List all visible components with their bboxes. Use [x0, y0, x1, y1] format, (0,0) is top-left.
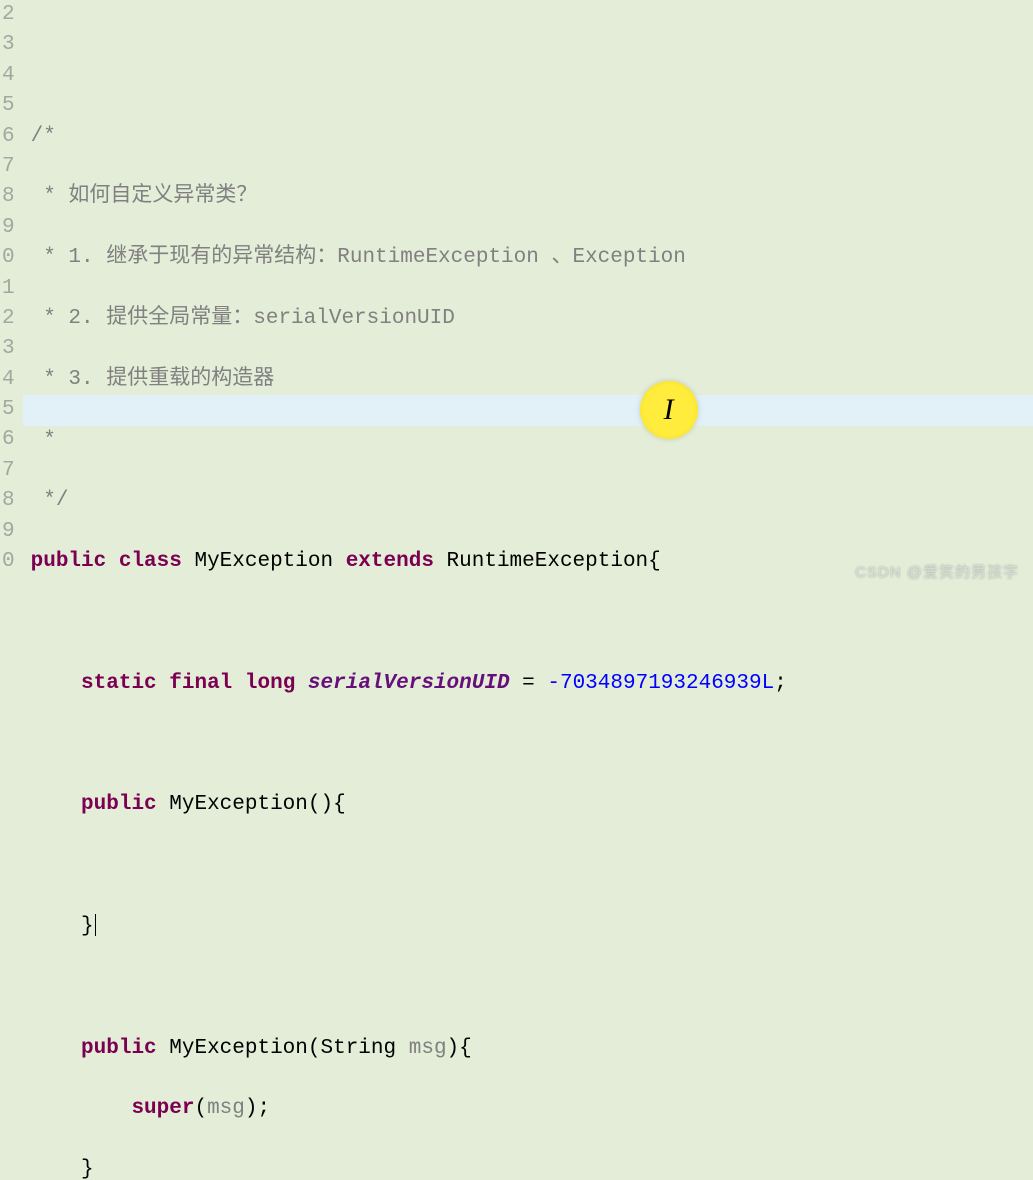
line-number: 5: [2, 91, 15, 121]
comment: * 1. 继承于现有的异常结构：: [31, 246, 338, 269]
number-literal: -7034897193246939L: [547, 672, 774, 695]
brace: {: [459, 1037, 472, 1060]
keyword-public: public: [31, 550, 107, 573]
line-number: 5: [2, 395, 15, 425]
comment: */: [31, 489, 69, 512]
constructor-name: MyException: [169, 793, 308, 816]
space: [333, 550, 346, 573]
line-number: 7: [2, 152, 15, 182]
line-number: 4: [2, 61, 15, 91]
constructor-name: MyException: [169, 1037, 308, 1060]
code-content[interactable]: /* * 如何自定义异常类？ * 1. 继承于现有的异常结构：RuntimeEx…: [31, 91, 1033, 1180]
space: [396, 1037, 409, 1060]
keyword-extends: extends: [346, 550, 434, 573]
semicolon: ;: [774, 672, 787, 695]
line-number: 6: [2, 425, 15, 455]
keyword-class: class: [119, 550, 182, 573]
ibeam-icon: I: [664, 395, 674, 425]
line-number: 6: [2, 122, 15, 152]
field-name: serialVersionUID: [308, 672, 510, 695]
space: [434, 550, 447, 573]
comment: * 如何自定义异常类？: [31, 185, 258, 208]
line-number: 9: [2, 213, 15, 243]
param-name: msg: [207, 1097, 245, 1120]
space: [106, 550, 119, 573]
line-number: 9: [2, 517, 15, 547]
semicolon: ;: [257, 1097, 270, 1120]
brace: {: [648, 550, 661, 573]
text-caret: [95, 914, 96, 936]
param-name: msg: [409, 1037, 447, 1060]
comment: *: [31, 429, 56, 452]
line-number: 2: [2, 0, 15, 30]
space: [232, 672, 245, 695]
brace: }: [81, 915, 94, 938]
watermark: CSDN @爱笑的男孩字: [855, 561, 1019, 582]
comment: * 3. 提供重载的构造器: [31, 368, 275, 391]
keyword-public: public: [81, 793, 157, 816]
class-name: MyException: [194, 550, 333, 573]
space: [182, 550, 195, 573]
paren: (: [194, 1097, 207, 1120]
line-number: 3: [2, 30, 15, 60]
line-number: 3: [2, 334, 15, 364]
keyword-super: super: [131, 1097, 194, 1120]
space: [295, 672, 308, 695]
code-area[interactable]: /* * 如何自定义异常类？ * 1. 继承于现有的异常结构：RuntimeEx…: [23, 0, 1033, 590]
line-number: 8: [2, 486, 15, 516]
line-number: 4: [2, 365, 15, 395]
paren: (: [308, 1037, 321, 1060]
line-number: 7: [2, 456, 15, 486]
brace: {: [333, 793, 346, 816]
code-editor[interactable]: 2 3 4 5 6 7 8 9 0 1 2 3 4 5 6 7 8 9 0 /*…: [0, 0, 1033, 590]
paren: ): [447, 1037, 460, 1060]
keyword-public: public: [81, 1037, 157, 1060]
cursor-highlight-icon: I: [640, 381, 698, 439]
line-number: 1: [2, 274, 15, 304]
equals: =: [510, 672, 548, 695]
space: [157, 672, 170, 695]
keyword-final: final: [169, 672, 232, 695]
space: [157, 1037, 170, 1060]
line-number: 2: [2, 304, 15, 334]
keyword-static: static: [81, 672, 157, 695]
line-number-gutter: 2 3 4 5 6 7 8 9 0 1 2 3 4 5 6 7 8 9 0: [0, 0, 23, 590]
class-name: RuntimeException: [447, 550, 649, 573]
keyword-long: long: [245, 672, 295, 695]
comment: * 2. 提供全局常量：: [31, 307, 254, 330]
paren: ): [245, 1097, 258, 1120]
line-number: 0: [2, 243, 15, 273]
space: [157, 793, 170, 816]
type-name: String: [321, 1037, 397, 1060]
line-number: 0: [2, 547, 15, 577]
comment: /*: [31, 125, 56, 148]
line-number: 8: [2, 182, 15, 212]
comment: serialVersionUID: [253, 307, 455, 330]
parens: (): [308, 793, 333, 816]
brace: }: [81, 1158, 94, 1180]
comment: RuntimeException 、Exception: [337, 246, 686, 269]
